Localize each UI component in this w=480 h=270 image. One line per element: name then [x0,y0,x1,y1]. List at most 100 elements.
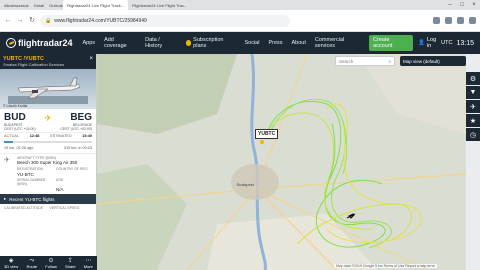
tab-label: Flightradar24 Live Flight Trac... [132,2,188,8]
address-bar[interactable]: 🔒 www.flightradar24.com/YUBTC/25984949 [40,14,290,27]
bookmark-apps[interactable]: Alkalmazások [4,3,29,8]
map-search-input[interactable]: Search ⌕ [335,56,395,66]
nav-subscription[interactable]: Subscription plans [185,37,236,49]
nav-social[interactable]: Social [244,40,259,46]
route-label: Route [26,263,38,269]
city-label: Budapest [237,182,254,187]
panel-bottom-bar: ◈ 3D view ⤳ Route ⊙ Follow ⇪ Share ⋯ More [0,256,97,270]
operator: Smatsa Flight Calibration Services [3,62,65,67]
origin-tz: CEST (UTC +02:00) [4,127,36,131]
site-logo[interactable]: flightradar24 [6,38,73,48]
plane-icon: ✈ [4,157,10,164]
bookmark-gmail[interactable]: Gmail [34,3,44,8]
aircraft-info: AIRCRAFT TYPE (B350) Beech 300 Super Kin… [17,156,92,192]
radar-logo-icon [6,38,16,48]
minimize-icon[interactable]: – [444,2,456,8]
login-button[interactable]: 👤 Log in [418,37,441,49]
utc-label: UTC [441,40,453,46]
actual-label: ACTUAL [4,134,19,138]
close-window-icon[interactable]: × [468,2,480,8]
route: BUD BUDAPEST CEST (UTC +02:00) ✈ BEG BEL… [0,109,96,132]
aircraft-type: Beech 300 Super King Air 350 [17,160,78,165]
search-placeholder: Search [339,58,354,64]
flight-panel: YUBTC /YUBTC Smatsa Flight Calibration S… [0,54,97,270]
nav-data-history[interactable]: Data / History [145,37,176,49]
origin[interactable]: BUD BUDAPEST CEST (UTC +02:00) [4,112,36,131]
route-button[interactable]: ⤳ Route [26,258,37,269]
forward-icon[interactable]: → [16,17,24,25]
destination[interactable]: BEG BELGRADE CEST (UTC +02:00) [60,112,92,131]
close-icon[interactable]: × [89,56,93,62]
reload-icon[interactable]: ↻ [28,17,36,25]
login-label: Log in [426,37,437,49]
map-view-label: Map view (default) [403,58,440,64]
nav-apps[interactable]: Apps [83,40,96,46]
map-canvas[interactable]: Budapest [97,54,466,270]
back-icon[interactable]: ← [4,17,12,25]
estimated-time: 15:40 [82,134,92,138]
aircraft-photo[interactable]: © László Kurilla [0,69,96,109]
favorites-icon[interactable]: ★ [466,114,480,127]
flight-tag[interactable]: YUBTC [255,129,279,139]
menu-icon[interactable] [469,17,476,24]
aircraft-details: REGISTRATION COUNTRY OF REG. YU-BTC SERI… [17,167,92,192]
bookmark-outlook[interactable]: Outlook [49,3,63,8]
settings-icon[interactable]: ⚙ [466,72,480,85]
flight-panel-header: YUBTC /YUBTC Smatsa Flight Calibration S… [0,54,96,69]
bookmarks-bar: Alkalmazások Gmail Outlook [0,3,63,8]
destination-code: BEG [70,112,92,123]
flight-times: ACTUAL 12:48 ESTIMATED 15:40 [0,132,96,139]
extension-icon[interactable] [457,17,464,24]
serial-value [17,187,53,192]
time-label: 13:15 [456,39,474,47]
country-label: COUNTRY OF REG. [56,167,89,171]
airport-marker [260,140,264,144]
route-plane-icon: ✈ [44,113,52,123]
tab-label: Flightradar24 Live Flight Track... [66,2,125,8]
maximize-icon[interactable]: □ [456,2,468,8]
extension-icon[interactable] [433,17,440,24]
vertical-speed-label: VERTICAL SPEED [49,206,80,210]
aircraft-section: ✈ AIRCRAFT TYPE (B350) Beech 300 Super K… [0,153,96,194]
registration-label: REGISTRATION [17,167,43,171]
map-view-select[interactable]: Map view (default) [400,56,466,66]
distance-info: 19 km, 02:28 ago 319 km, in 00:23 [0,145,96,153]
nav-about[interactable]: About [292,40,306,46]
user-icon: 👤 [418,40,425,46]
map-svg [97,54,466,270]
playback-icon[interactable]: ◷ [466,128,480,141]
nav-press[interactable]: Press [268,40,282,46]
browser-tabbar: Alkalmazások Gmail Outlook Flightradar24… [0,0,480,10]
browser-tab[interactable]: Flightradar24 Live Flight Trac... [128,0,191,10]
more-label: More [83,263,93,269]
extension-icon[interactable] [445,17,452,24]
map-tools: ⚙ ▼ ✈ ★ ◷ [466,72,480,141]
search-icon: ⌕ [388,58,391,64]
filter-icon[interactable]: ▼ [466,86,480,99]
distance-remaining: 319 km, in 00:23 [63,146,92,150]
follow-label: Follow [45,263,57,269]
nav-commercial[interactable]: Commercial services [315,37,363,49]
age-value: N/A [56,187,64,192]
calibrated-altitude-label: CALIBRATED ALTITUDE [4,206,44,210]
3d-view-button[interactable]: ◈ 3D view [4,258,18,269]
widgets-icon[interactable]: ✈ [466,100,480,113]
share-button[interactable]: ⇪ Share [65,258,76,269]
recent-flights-toggle[interactable]: ▸ Recent YU-BTC flights [0,194,96,204]
altitude-section: CALIBRATED ALTITUDE VERTICAL SPEED [0,204,96,212]
more-button[interactable]: ⋯ More [84,258,93,269]
history-icon: ▸ [4,196,7,201]
create-account-button[interactable]: Create account [369,35,414,51]
subscription-icon [185,40,192,46]
lock-icon: 🔒 [45,17,52,24]
nav-subscription-label: Subscription plans [193,37,224,49]
progress-fill [4,141,13,143]
distance-flown: 19 km, 02:28 ago [4,146,34,150]
browser-tab-active[interactable]: Flightradar24 Live Flight Track... [62,0,129,10]
nav-add-coverage[interactable]: Add coverage [104,37,136,49]
photo-credit: © László Kurilla [3,104,28,108]
recent-flights-label: Recent YU-BTC flights [9,196,55,202]
age-label: AGE [56,178,64,182]
follow-button[interactable]: ⊙ Follow [45,258,57,269]
map-attribution: Map data ©2019 Google 5 km Terms of Use … [334,264,437,268]
